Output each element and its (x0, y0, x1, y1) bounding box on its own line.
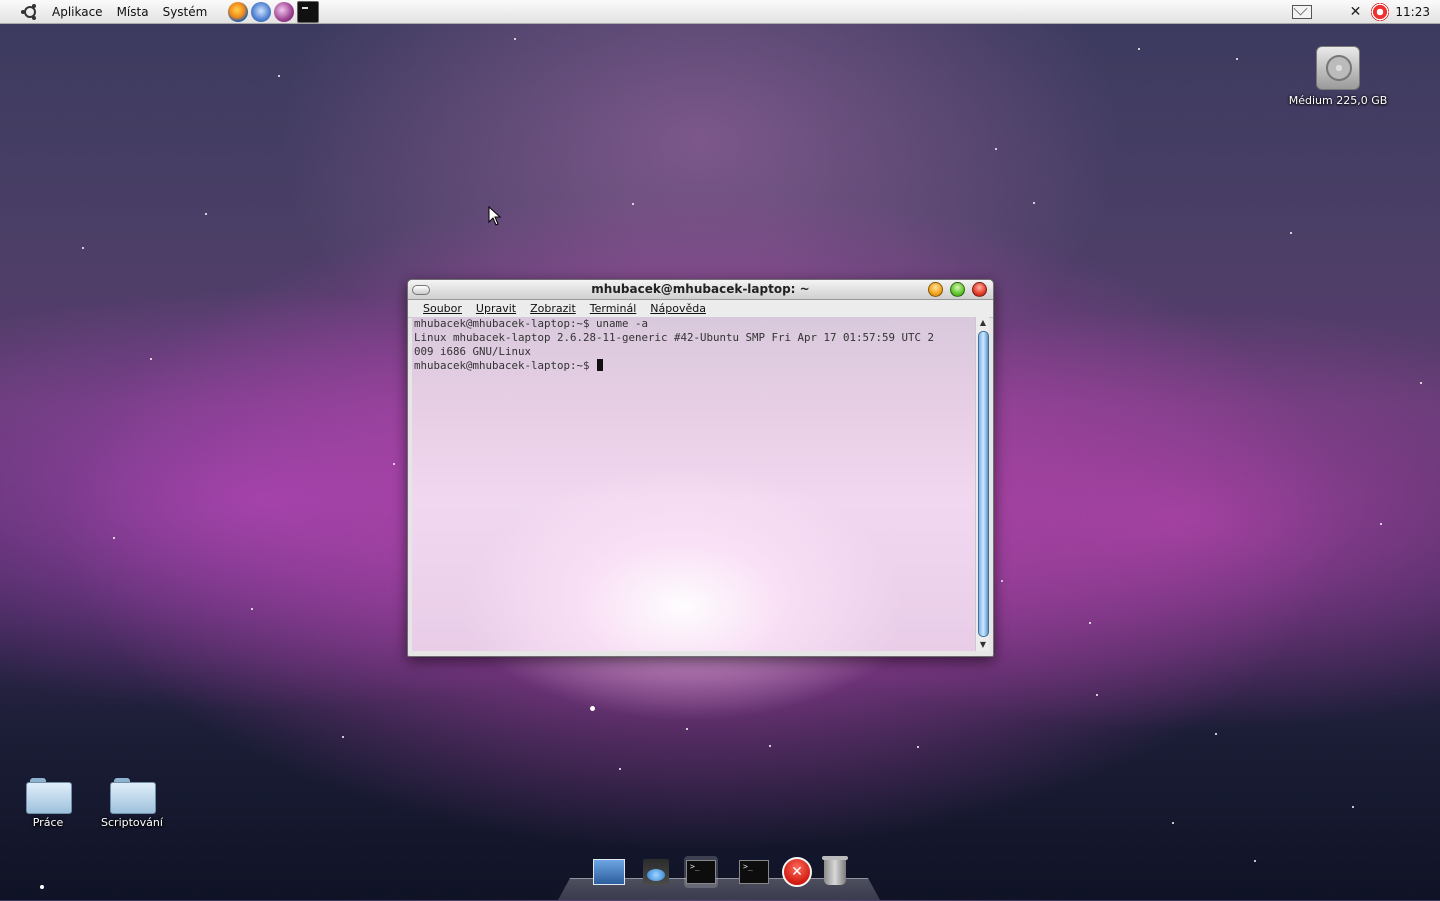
menu-applications[interactable]: Aplikace (45, 5, 110, 19)
hard-drive-icon (1316, 46, 1360, 90)
folder-icon (26, 778, 72, 814)
text-cursor (597, 359, 604, 371)
dock-item-trash[interactable] (818, 856, 852, 888)
menu-places[interactable]: Místa (110, 5, 156, 19)
scroll-down-arrow-icon[interactable]: ▼ (976, 639, 990, 651)
ubuntu-logo-icon[interactable] (21, 3, 39, 21)
top-panel: Aplikace Místa Systém ✕ 11:23 (0, 0, 1440, 24)
network-icon[interactable]: ✕ (1350, 4, 1362, 20)
menu-help[interactable]: Nápověda (643, 302, 713, 315)
window-titlebar[interactable]: mhubacek@mhubacek-laptop: ~ (408, 280, 993, 300)
minimize-button[interactable] (928, 282, 943, 297)
dock-item-stop[interactable]: ✕ (780, 856, 814, 888)
terminal-prompt: mhubacek@mhubacek-laptop:~$ (414, 359, 597, 372)
desktop-drive[interactable]: Médium 225,0 GB (1288, 46, 1388, 107)
menu-file[interactable]: Soubor (416, 302, 469, 315)
dock-item-video[interactable] (639, 856, 673, 888)
stop-icon: ✕ (782, 857, 812, 887)
scroll-up-arrow-icon[interactable]: ▲ (976, 317, 990, 329)
desktop-folder-scriptovani[interactable]: Scriptování (96, 778, 168, 829)
update-notifier-icon[interactable] (1371, 2, 1390, 21)
window-shade-button[interactable] (412, 285, 430, 295)
folder-label: Práce (32, 816, 64, 829)
menu-edit[interactable]: Upravit (469, 302, 523, 315)
pidgin-icon[interactable] (274, 1, 295, 22)
folder-label: Scriptování (101, 816, 163, 829)
terminal-scrollbar[interactable]: ▲ ▼ (975, 317, 989, 651)
terminal-line: Linux mhubacek-laptop 2.6.28-11-generic … (414, 331, 935, 344)
dock-item-terminal[interactable] (737, 856, 771, 888)
scroll-thumb[interactable] (978, 331, 989, 637)
thunderbird-icon[interactable] (251, 1, 272, 22)
close-button[interactable] (972, 282, 987, 297)
desktop-folder-prace[interactable]: Práce (16, 778, 80, 829)
terminal-icon[interactable] (297, 0, 320, 23)
terminal-icon (686, 860, 716, 884)
window-title: mhubacek@mhubacek-laptop: ~ (591, 282, 810, 296)
folder-icon (110, 778, 156, 814)
photo-viewer-icon (593, 859, 625, 885)
maximize-button[interactable] (950, 282, 965, 297)
dock-item-photos[interactable] (592, 856, 626, 888)
drive-label: Médium 225,0 GB (1288, 94, 1388, 107)
terminal-line: 009 i686 GNU/Linux (414, 345, 532, 358)
menu-view[interactable]: Zobrazit (523, 302, 583, 315)
terminal-output[interactable]: mhubacek@mhubacek-laptop:~$ uname -a Lin… (412, 317, 976, 651)
clock[interactable]: 11:23 (1395, 5, 1430, 19)
menu-system[interactable]: Systém (156, 5, 215, 19)
terminal-menubar: Soubor Upravit Zobrazit Terminál Nápověd… (408, 300, 993, 318)
terminal-prompt-line: mhubacek@mhubacek-laptop:~$ (412, 359, 976, 373)
mail-icon[interactable] (1291, 4, 1312, 19)
terminal-window[interactable]: mhubacek@mhubacek-laptop: ~ Soubor Uprav… (407, 279, 994, 657)
firefox-icon[interactable] (228, 1, 249, 22)
trash-icon (822, 856, 848, 885)
terminal-icon (739, 860, 769, 884)
terminal-line: mhubacek@mhubacek-laptop:~$ uname -a (414, 317, 649, 330)
video-editor-icon (643, 859, 669, 885)
dock-item-terminal-active[interactable] (684, 856, 718, 888)
panel-tray: ✕ 11:23 (1291, 0, 1440, 24)
menu-terminal[interactable]: Terminál (583, 302, 644, 315)
